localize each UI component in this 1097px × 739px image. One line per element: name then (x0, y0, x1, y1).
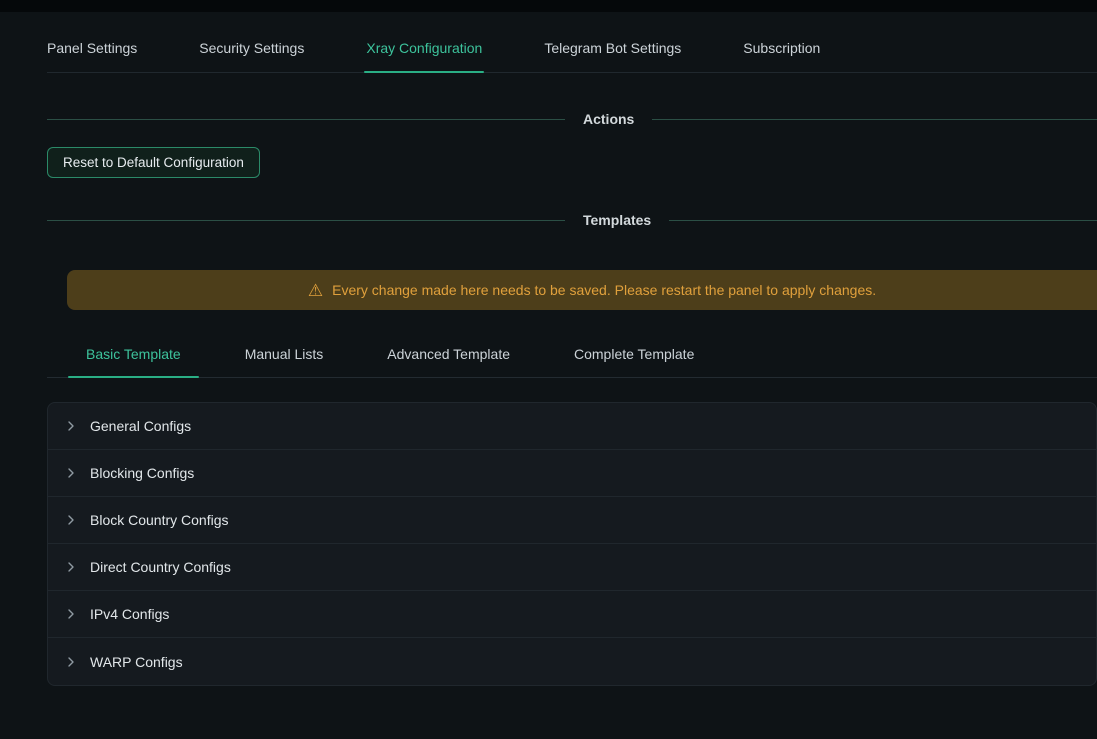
tab-advanced-template[interactable]: Advanced Template (371, 346, 526, 377)
accordion-item-direct-country-configs[interactable]: Direct Country Configs (48, 544, 1096, 591)
warning-triangle-icon: ⚠ (308, 282, 323, 299)
warning-message: Every change made here needs to be saved… (332, 282, 876, 298)
tab-label: Basic Template (86, 346, 181, 362)
tab-label: Advanced Template (387, 346, 510, 362)
active-tab-indicator (364, 71, 484, 73)
tab-label: Xray Configuration (366, 40, 482, 56)
accordion-label: Block Country Configs (90, 512, 229, 528)
tab-label: Subscription (743, 40, 820, 56)
accordion-label: General Configs (90, 418, 191, 434)
tab-security-settings[interactable]: Security Settings (199, 40, 304, 72)
config-accordion: General Configs Blocking Configs Block C… (47, 402, 1097, 686)
actions-divider: Actions (47, 111, 1097, 127)
chevron-right-icon (65, 656, 77, 668)
tab-label: Panel Settings (47, 40, 137, 56)
tab-subscription[interactable]: Subscription (743, 40, 820, 72)
tab-label: Manual Lists (245, 346, 324, 362)
tab-telegram-bot-settings[interactable]: Telegram Bot Settings (544, 40, 681, 72)
tab-label: Security Settings (199, 40, 304, 56)
accordion-label: Blocking Configs (90, 465, 194, 481)
accordion-item-warp-configs[interactable]: WARP Configs (48, 638, 1096, 685)
accordion-item-general-configs[interactable]: General Configs (48, 403, 1096, 450)
chevron-right-icon (65, 467, 77, 479)
chevron-right-icon (65, 514, 77, 526)
tab-panel-settings[interactable]: Panel Settings (47, 40, 137, 72)
restart-warning-banner: ⚠ Every change made here needs to be sav… (67, 270, 1097, 310)
accordion-label: Direct Country Configs (90, 559, 231, 575)
chevron-right-icon (65, 608, 77, 620)
accordion-label: WARP Configs (90, 654, 183, 670)
tab-manual-lists[interactable]: Manual Lists (229, 346, 340, 377)
tab-basic-template[interactable]: Basic Template (70, 346, 197, 377)
divider-line (652, 119, 1097, 120)
divider-line (47, 220, 565, 221)
active-tab-indicator (68, 376, 199, 378)
actions-divider-label: Actions (565, 111, 652, 127)
templates-divider: Templates (47, 212, 1097, 228)
accordion-item-ipv4-configs[interactable]: IPv4 Configs (48, 591, 1096, 638)
divider-line (47, 119, 565, 120)
templates-divider-label: Templates (565, 212, 669, 228)
reset-default-configuration-button[interactable]: Reset to Default Configuration (47, 147, 260, 178)
chevron-right-icon (65, 561, 77, 573)
chevron-right-icon (65, 420, 77, 432)
accordion-item-blocking-configs[interactable]: Blocking Configs (48, 450, 1096, 497)
accordion-item-block-country-configs[interactable]: Block Country Configs (48, 497, 1096, 544)
template-tabbar: Basic Template Manual Lists Advanced Tem… (47, 346, 1097, 378)
tab-complete-template[interactable]: Complete Template (558, 346, 710, 377)
divider-line (669, 220, 1097, 221)
tab-xray-configuration[interactable]: Xray Configuration (366, 40, 482, 72)
tab-label: Telegram Bot Settings (544, 40, 681, 56)
tab-label: Complete Template (574, 346, 694, 362)
top-header-strip (0, 0, 1097, 12)
accordion-label: IPv4 Configs (90, 606, 169, 622)
settings-tabbar: Panel Settings Security Settings Xray Co… (47, 12, 1097, 73)
